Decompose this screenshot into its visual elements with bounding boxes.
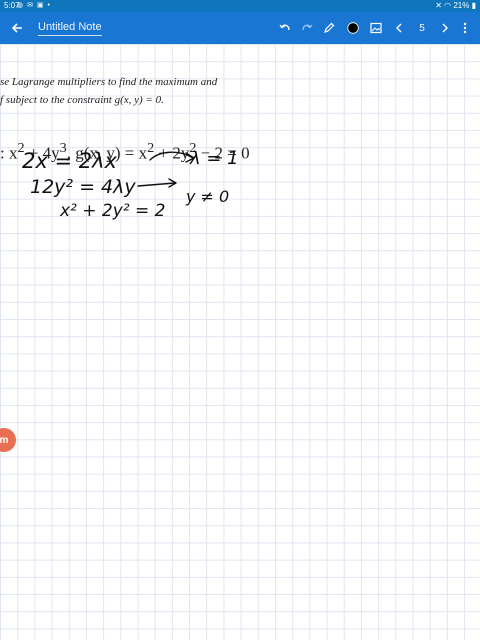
next-page-button[interactable] xyxy=(438,12,452,44)
dot-icon: • xyxy=(47,2,51,9)
handwritten-line-3: x² + 2y² = 2 xyxy=(59,201,166,221)
back-arrow-icon[interactable] xyxy=(8,12,26,44)
handwriting-layer: 2x = 2λx λ = 1 12y² = 4λy y ≠ 0 x² + 2y²… xyxy=(22,148,239,221)
mail-icon: ✉ xyxy=(27,2,34,9)
image-icon[interactable] xyxy=(367,12,385,44)
prev-page-button[interactable] xyxy=(392,12,406,44)
email-icon: ▣ xyxy=(36,2,45,9)
redo-icon[interactable] xyxy=(298,12,316,44)
battery-text: 21% xyxy=(453,1,470,10)
handwritten-result-2: y ≠ 0 xyxy=(185,187,229,206)
notification-icons: ◍ ✉ ▣ • xyxy=(17,1,51,9)
handwritten-result-1: λ = 1 xyxy=(189,148,239,169)
undo-icon[interactable] xyxy=(276,12,294,44)
messenger-icon: ◍ xyxy=(17,2,25,9)
handwritten-line-2: 12y² = 4λy xyxy=(30,176,136,198)
wifi-icon: ◠ xyxy=(444,1,452,10)
pen-icon[interactable] xyxy=(320,12,338,44)
note-canvas[interactable]: se Lagrange multipliers to find the maxi… xyxy=(0,44,480,640)
page-number: 5 xyxy=(419,22,425,34)
status-right: ✕ ◠ 21% ▮ xyxy=(435,1,476,10)
mute-icon: ✕ xyxy=(435,1,442,10)
arrow-2 xyxy=(137,182,176,187)
color-picker-button[interactable] xyxy=(344,12,362,44)
more-options-icon[interactable] xyxy=(458,12,472,44)
handwritten-line-1: 2x = 2λx xyxy=(22,149,118,173)
note-title[interactable]: Untitled Note xyxy=(38,20,102,36)
battery-icon: ▮ xyxy=(471,1,476,10)
status-bar: 5:07 ◍ ✉ ▣ • ✕ ◠ 21% ▮ xyxy=(0,0,480,12)
app-bar: Untitled Note 5 xyxy=(0,12,480,44)
